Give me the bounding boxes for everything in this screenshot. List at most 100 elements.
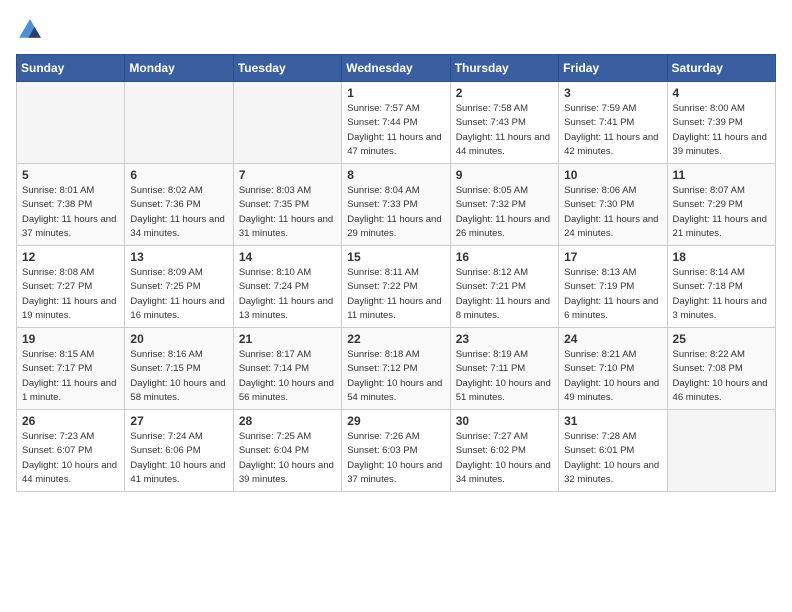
calendar: SundayMondayTuesdayWednesdayThursdayFrid… [16,54,776,492]
day-info: Sunrise: 7:57 AM Sunset: 7:44 PM Dayligh… [347,102,444,159]
weekday-header-saturday: Saturday [667,55,775,82]
day-number: 8 [347,168,444,182]
calendar-cell: 9Sunrise: 8:05 AM Sunset: 7:32 PM Daylig… [450,164,558,246]
day-info: Sunrise: 8:06 AM Sunset: 7:30 PM Dayligh… [564,184,661,241]
day-info: Sunrise: 8:02 AM Sunset: 7:36 PM Dayligh… [130,184,227,241]
day-number: 21 [239,332,336,346]
weekday-header-row: SundayMondayTuesdayWednesdayThursdayFrid… [17,55,776,82]
day-number: 17 [564,250,661,264]
day-number: 10 [564,168,661,182]
day-info: Sunrise: 8:12 AM Sunset: 7:21 PM Dayligh… [456,266,553,323]
calendar-cell: 1Sunrise: 7:57 AM Sunset: 7:44 PM Daylig… [342,82,450,164]
day-number: 28 [239,414,336,428]
calendar-cell: 17 Sunrise: 8:13 AM Sunset: 7:19 PM Dayli… [559,246,667,328]
calendar-cell: 27 Sunrise: 7:24 AM Sunset: 6:06 PM Dayli… [125,410,233,492]
day-number: 22 [347,332,444,346]
day-number: 26 [22,414,119,428]
day-number: 7 [239,168,336,182]
day-info: Sunrise: 8:14 AM Sunset: 7:18 PM Dayligh… [673,266,770,323]
logo [16,16,48,44]
calendar-cell: 8 Sunrise: 8:04 AM Sunset: 7:33 PM Daylig… [342,164,450,246]
weekday-header-wednesday: Wednesday [342,55,450,82]
weekday-header-thursday: Thursday [450,55,558,82]
day-info: Sunrise: 8:04 AM Sunset: 7:33 PM Dayligh… [347,184,444,241]
calendar-week-1: 1Sunrise: 7:57 AM Sunset: 7:44 PM Daylig… [17,82,776,164]
day-number: 19 [22,332,119,346]
day-number: 6 [130,168,227,182]
day-number: 29 [347,414,444,428]
calendar-week-2: 5 Sunrise: 8:01 AM Sunset: 7:38 PM Daylig… [17,164,776,246]
calendar-cell: 23 Sunrise: 8:19 AM Sunset: 7:11 PM Dayli… [450,328,558,410]
day-number: 2 [456,86,553,100]
day-info: Sunrise: 8:17 AM Sunset: 7:14 PM Dayligh… [239,348,336,405]
day-number: 23 [456,332,553,346]
calendar-cell: 10 Sunrise: 8:06 AM Sunset: 7:30 PM Dayli… [559,164,667,246]
day-number: 24 [564,332,661,346]
day-info: Sunrise: 7:28 AM Sunset: 6:01 PM Dayligh… [564,430,661,487]
calendar-cell: 22 Sunrise: 8:18 AM Sunset: 7:12 PM Dayli… [342,328,450,410]
day-info: Sunrise: 8:15 AM Sunset: 7:17 PM Dayligh… [22,348,119,405]
day-info: Sunrise: 8:22 AM Sunset: 7:08 PM Dayligh… [673,348,770,405]
calendar-cell: 2 Sunrise: 7:58 AM Sunset: 7:43 PM Daylig… [450,82,558,164]
day-number: 5 [22,168,119,182]
day-number: 20 [130,332,227,346]
day-info: Sunrise: 8:03 AM Sunset: 7:35 PM Dayligh… [239,184,336,241]
weekday-header-sunday: Sunday [17,55,125,82]
calendar-cell: 21 Sunrise: 8:17 AM Sunset: 7:14 PM Dayli… [233,328,341,410]
calendar-cell: 4 Sunrise: 8:00 AM Sunset: 7:39 PM Daylig… [667,82,775,164]
calendar-week-3: 12Sunrise: 8:08 AM Sunset: 7:27 PM Dayli… [17,246,776,328]
calendar-week-5: 26Sunrise: 7:23 AM Sunset: 6:07 PM Dayli… [17,410,776,492]
day-number: 27 [130,414,227,428]
weekday-header-friday: Friday [559,55,667,82]
calendar-cell: 24 Sunrise: 8:21 AM Sunset: 7:10 PM Dayli… [559,328,667,410]
day-number: 18 [673,250,770,264]
day-number: 9 [456,168,553,182]
day-number: 15 [347,250,444,264]
calendar-cell: 12Sunrise: 8:08 AM Sunset: 7:27 PM Dayli… [17,246,125,328]
calendar-cell [667,410,775,492]
day-info: Sunrise: 8:21 AM Sunset: 7:10 PM Dayligh… [564,348,661,405]
day-info: Sunrise: 8:00 AM Sunset: 7:39 PM Dayligh… [673,102,770,159]
calendar-cell [233,82,341,164]
day-info: Sunrise: 8:11 AM Sunset: 7:22 PM Dayligh… [347,266,444,323]
calendar-cell: 14 Sunrise: 8:10 AM Sunset: 7:24 PM Dayli… [233,246,341,328]
logo-icon [16,16,44,44]
day-info: Sunrise: 8:18 AM Sunset: 7:12 PM Dayligh… [347,348,444,405]
calendar-cell: 5 Sunrise: 8:01 AM Sunset: 7:38 PM Daylig… [17,164,125,246]
day-number: 4 [673,86,770,100]
day-info: Sunrise: 8:01 AM Sunset: 7:38 PM Dayligh… [22,184,119,241]
day-info: Sunrise: 8:08 AM Sunset: 7:27 PM Dayligh… [22,266,119,323]
calendar-cell: 25Sunrise: 8:22 AM Sunset: 7:08 PM Dayli… [667,328,775,410]
day-info: Sunrise: 7:58 AM Sunset: 7:43 PM Dayligh… [456,102,553,159]
day-info: Sunrise: 7:24 AM Sunset: 6:06 PM Dayligh… [130,430,227,487]
calendar-cell [17,82,125,164]
calendar-cell: 18 Sunrise: 8:14 AM Sunset: 7:18 PM Dayli… [667,246,775,328]
day-info: Sunrise: 8:19 AM Sunset: 7:11 PM Dayligh… [456,348,553,405]
calendar-cell: 7 Sunrise: 8:03 AM Sunset: 7:35 PM Daylig… [233,164,341,246]
day-info: Sunrise: 7:27 AM Sunset: 6:02 PM Dayligh… [456,430,553,487]
calendar-cell: 13 Sunrise: 8:09 AM Sunset: 7:25 PM Dayli… [125,246,233,328]
calendar-cell: 28 Sunrise: 7:25 AM Sunset: 6:04 PM Dayli… [233,410,341,492]
calendar-week-4: 19 Sunrise: 8:15 AM Sunset: 7:17 PM Dayli… [17,328,776,410]
day-info: Sunrise: 7:59 AM Sunset: 7:41 PM Dayligh… [564,102,661,159]
day-info: Sunrise: 8:10 AM Sunset: 7:24 PM Dayligh… [239,266,336,323]
calendar-cell: 11Sunrise: 8:07 AM Sunset: 7:29 PM Dayli… [667,164,775,246]
day-number: 3 [564,86,661,100]
calendar-cell: 6 Sunrise: 8:02 AM Sunset: 7:36 PM Daylig… [125,164,233,246]
day-info: Sunrise: 8:09 AM Sunset: 7:25 PM Dayligh… [130,266,227,323]
day-number: 30 [456,414,553,428]
day-info: Sunrise: 8:13 AM Sunset: 7:19 PM Dayligh… [564,266,661,323]
calendar-cell: 19 Sunrise: 8:15 AM Sunset: 7:17 PM Dayli… [17,328,125,410]
calendar-cell: 20Sunrise: 8:16 AM Sunset: 7:15 PM Dayli… [125,328,233,410]
day-info: Sunrise: 7:25 AM Sunset: 6:04 PM Dayligh… [239,430,336,487]
calendar-cell: 3 Sunrise: 7:59 AM Sunset: 7:41 PM Daylig… [559,82,667,164]
day-number: 11 [673,168,770,182]
calendar-cell: 30 Sunrise: 7:27 AM Sunset: 6:02 PM Dayli… [450,410,558,492]
calendar-cell: 29Sunrise: 7:26 AM Sunset: 6:03 PM Dayli… [342,410,450,492]
day-number: 14 [239,250,336,264]
day-number: 31 [564,414,661,428]
calendar-cell: 26Sunrise: 7:23 AM Sunset: 6:07 PM Dayli… [17,410,125,492]
calendar-cell: 15 Sunrise: 8:11 AM Sunset: 7:22 PM Dayli… [342,246,450,328]
weekday-header-tuesday: Tuesday [233,55,341,82]
day-number: 13 [130,250,227,264]
